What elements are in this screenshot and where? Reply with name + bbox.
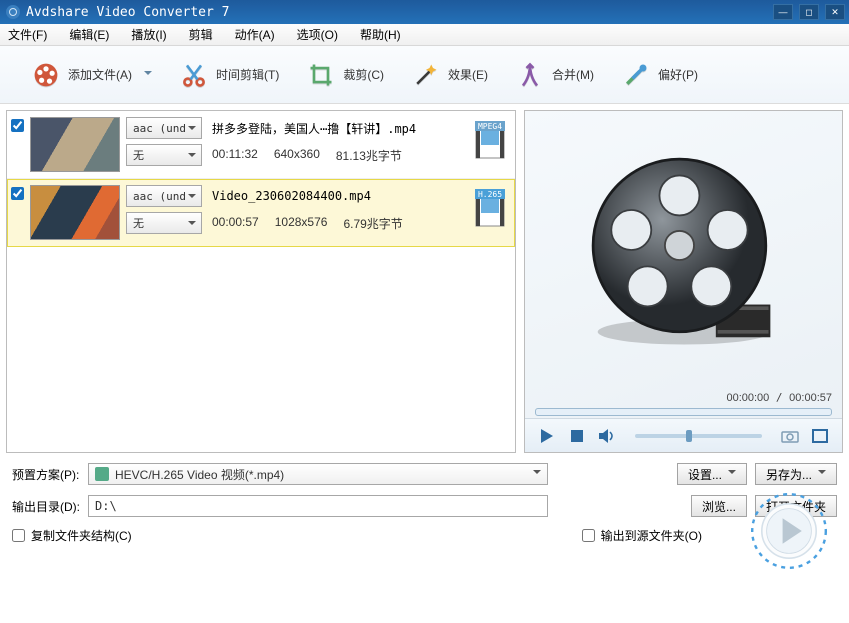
close-button[interactable]: ✕ — [825, 4, 845, 20]
trim-label: 时间剪辑(T) — [216, 66, 279, 83]
duration: 00:11:32 — [212, 147, 258, 164]
copy-structure-label: 复制文件夹结构(C) — [31, 527, 132, 544]
crop-label: 裁剪(C) — [343, 66, 384, 83]
stop-button[interactable] — [567, 426, 587, 446]
codec-dropdown[interactable]: aac (und — [126, 117, 202, 139]
tools-icon — [622, 61, 650, 89]
snapshot-button[interactable] — [780, 426, 800, 446]
file-row[interactable]: aac (und Video_230602084400.mp4 无 00:00:… — [7, 179, 515, 247]
resolution: 1028x576 — [275, 215, 328, 232]
effect-button[interactable]: 效果(E) — [398, 61, 502, 89]
trim-button[interactable]: 时间剪辑(T) — [166, 61, 293, 89]
volume-icon[interactable] — [597, 426, 617, 446]
wand-icon — [412, 61, 440, 89]
effect-label: 效果(E) — [448, 66, 488, 83]
player-controls — [525, 418, 842, 452]
menu-play[interactable]: 播放(I) — [131, 26, 166, 43]
svg-text:H.265: H.265 — [478, 190, 502, 199]
format-icon: H.265 — [475, 189, 505, 227]
add-file-button[interactable]: 添加文件(A) — [18, 61, 166, 89]
audio-dropdown[interactable]: 无 — [126, 212, 202, 234]
preset-value: HEVC/H.265 Video 视频(*.mp4) — [115, 466, 284, 483]
filesize: 81.13兆字节 — [336, 147, 402, 164]
file-title: 拼多多登陆，美国人⋯撸【轩讲】.mp4 — [212, 120, 416, 137]
file-meta: 00:00:57 1028x576 6.79兆字节 — [212, 215, 403, 232]
output-source-checkbox[interactable]: 输出到源文件夹(O) — [582, 527, 702, 544]
file-row[interactable]: aac (und 拼多多登陆，美国人⋯撸【轩讲】.mp4 无 00:11:32 … — [7, 111, 515, 179]
resolution: 640x360 — [274, 147, 320, 164]
menu-help[interactable]: 帮助(H) — [360, 26, 401, 43]
reel-icon — [32, 61, 60, 89]
format-icon: MPEG4 — [475, 121, 505, 159]
browse-button[interactable]: 浏览... — [691, 495, 747, 517]
time-total: 00:00:57 — [789, 392, 832, 404]
film-reel-icon — [584, 150, 784, 350]
preferences-button[interactable]: 偏好(P) — [608, 61, 712, 89]
menubar: 文件(F) 编辑(E) 播放(I) 剪辑 动作(A) 选项(O) 帮助(H) — [0, 24, 849, 46]
time-current: 00:00:00 — [726, 392, 769, 404]
file-meta: 00:11:32 640x360 81.13兆字节 — [212, 147, 402, 164]
minimize-button[interactable]: — — [773, 4, 793, 20]
menu-action[interactable]: 动作(A) — [235, 26, 275, 43]
add-file-label: 添加文件(A) — [68, 66, 132, 83]
volume-slider[interactable] — [635, 434, 762, 438]
menu-clip[interactable]: 剪辑 — [189, 26, 213, 43]
chevron-down-icon — [144, 71, 152, 79]
merge-label: 合并(M) — [552, 66, 594, 83]
preset-dropdown[interactable]: HEVC/H.265 Video 视频(*.mp4) — [88, 463, 548, 485]
play-button[interactable] — [537, 426, 557, 446]
preview-pane: 00:00:00 / 00:00:57 — [524, 110, 843, 453]
fullscreen-button[interactable] — [810, 426, 830, 446]
preview-canvas[interactable] — [525, 111, 842, 389]
svg-text:MPEG4: MPEG4 — [478, 122, 502, 131]
titlebar: Avdshare Video Converter 7 — ◻ ✕ — [0, 0, 849, 24]
merge-icon — [516, 61, 544, 89]
time-display: 00:00:00 / 00:00:57 — [525, 389, 842, 406]
preset-label: 预置方案(P): — [12, 466, 80, 483]
copy-structure-checkbox[interactable]: 复制文件夹结构(C) — [12, 527, 132, 544]
output-path-input[interactable]: D:\ — [88, 495, 548, 517]
crop-icon — [307, 61, 335, 89]
output-label: 输出目录(D): — [12, 498, 80, 515]
save-as-button[interactable]: 另存为... — [755, 463, 837, 485]
thumbnail[interactable] — [30, 117, 120, 172]
duration: 00:00:57 — [212, 215, 259, 232]
file-checkbox[interactable] — [11, 119, 24, 132]
pref-label: 偏好(P) — [658, 66, 698, 83]
menu-edit[interactable]: 编辑(E) — [69, 26, 109, 43]
crop-button[interactable]: 裁剪(C) — [293, 61, 398, 89]
codec-dropdown[interactable]: aac (und — [126, 185, 202, 207]
thumbnail[interactable] — [30, 185, 120, 240]
preset-thumb-icon — [95, 467, 109, 481]
convert-button[interactable] — [749, 491, 829, 571]
file-title: Video_230602084400.mp4 — [212, 189, 371, 203]
settings-button[interactable]: 设置... — [677, 463, 747, 485]
menu-file[interactable]: 文件(F) — [8, 26, 47, 43]
menu-option[interactable]: 选项(O) — [297, 26, 338, 43]
seek-bar[interactable] — [535, 408, 832, 416]
app-logo-icon — [6, 5, 20, 19]
audio-dropdown[interactable]: 无 — [126, 144, 202, 166]
toolbar: 添加文件(A) 时间剪辑(T) 裁剪(C) 效果(E) 合并(M) 偏好(P) — [0, 46, 849, 104]
output-source-label: 输出到源文件夹(O) — [601, 527, 702, 544]
merge-button[interactable]: 合并(M) — [502, 61, 608, 89]
scissors-icon — [180, 61, 208, 89]
maximize-button[interactable]: ◻ — [799, 4, 819, 20]
filesize: 6.79兆字节 — [343, 215, 402, 232]
file-checkbox[interactable] — [11, 187, 24, 200]
file-list: aac (und 拼多多登陆，美国人⋯撸【轩讲】.mp4 无 00:11:32 … — [6, 110, 516, 453]
window-title: Avdshare Video Converter 7 — [26, 5, 230, 20]
